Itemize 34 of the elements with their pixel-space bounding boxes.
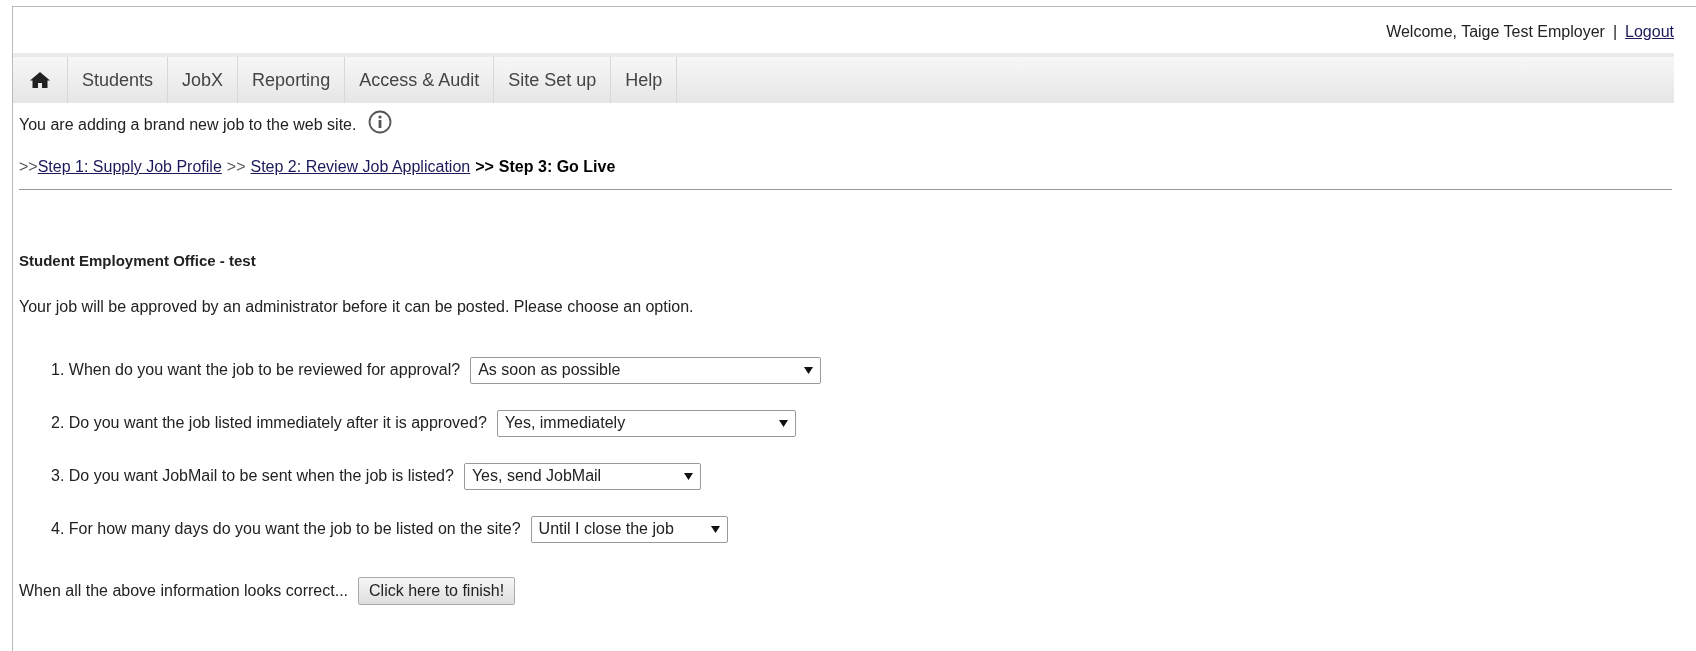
finish-label: When all the above information looks correct... bbox=[19, 580, 349, 601]
info-icon[interactable] bbox=[368, 110, 393, 134]
question-label: 4. For how many days do you want the job to be listed on the site? bbox=[51, 519, 521, 539]
caret-icon bbox=[804, 366, 814, 374]
breadcrumb-separator: >> bbox=[19, 157, 38, 177]
step-link[interactable]: Step 2: Review Job Application bbox=[250, 155, 471, 179]
dropdown[interactable]: Until I close the job bbox=[530, 515, 728, 543]
dropdown[interactable]: Yes, send JobMail bbox=[463, 462, 701, 490]
logout-link[interactable]: Logout bbox=[1625, 20, 1674, 44]
caret-icon bbox=[778, 419, 788, 427]
separator: | bbox=[1612, 22, 1618, 42]
caret-icon bbox=[683, 472, 693, 480]
question-label: 1. When do you want the job to be reviewed for approval? bbox=[51, 360, 461, 380]
welcome-text: Welcome, Taige Test Employer bbox=[1386, 22, 1605, 42]
breadcrumb-separator: >> bbox=[226, 157, 246, 177]
finish-button[interactable]: Click here to finish! bbox=[358, 576, 516, 605]
intro-text: You are adding a brand new job to the web site. bbox=[19, 115, 357, 135]
instruction-text: Your job will be approved by an administrator before it can be posted. Please choose an option. bbox=[18, 296, 695, 317]
breadcrumb-separator: >> bbox=[475, 157, 494, 177]
step-link[interactable]: Step 1: Supply Job Profile bbox=[37, 155, 222, 179]
dropdown[interactable]: Yes, immediately bbox=[496, 409, 796, 437]
dropdown[interactable]: As soon as possible bbox=[470, 356, 822, 384]
office-title: Student Employment Office - test bbox=[18, 251, 257, 271]
home-icon bbox=[30, 72, 50, 88]
nav-item[interactable]: Students bbox=[68, 57, 169, 103]
question-label: 2. Do you want the job listed immediately after it is approved? bbox=[51, 413, 487, 433]
nav-item[interactable]: JobX bbox=[168, 57, 239, 103]
nav-item[interactable]: Reporting bbox=[238, 57, 346, 103]
current-step: Step 3: Go Live bbox=[498, 155, 616, 179]
nav-item[interactable]: Site Set up bbox=[494, 57, 612, 103]
nav-item[interactable]: Access & Audit bbox=[345, 57, 495, 103]
question-label: 3. Do you want JobMail to be sent when the job is listed? bbox=[51, 466, 454, 486]
caret-icon bbox=[710, 525, 720, 533]
nav-item[interactable]: Help bbox=[611, 57, 678, 103]
